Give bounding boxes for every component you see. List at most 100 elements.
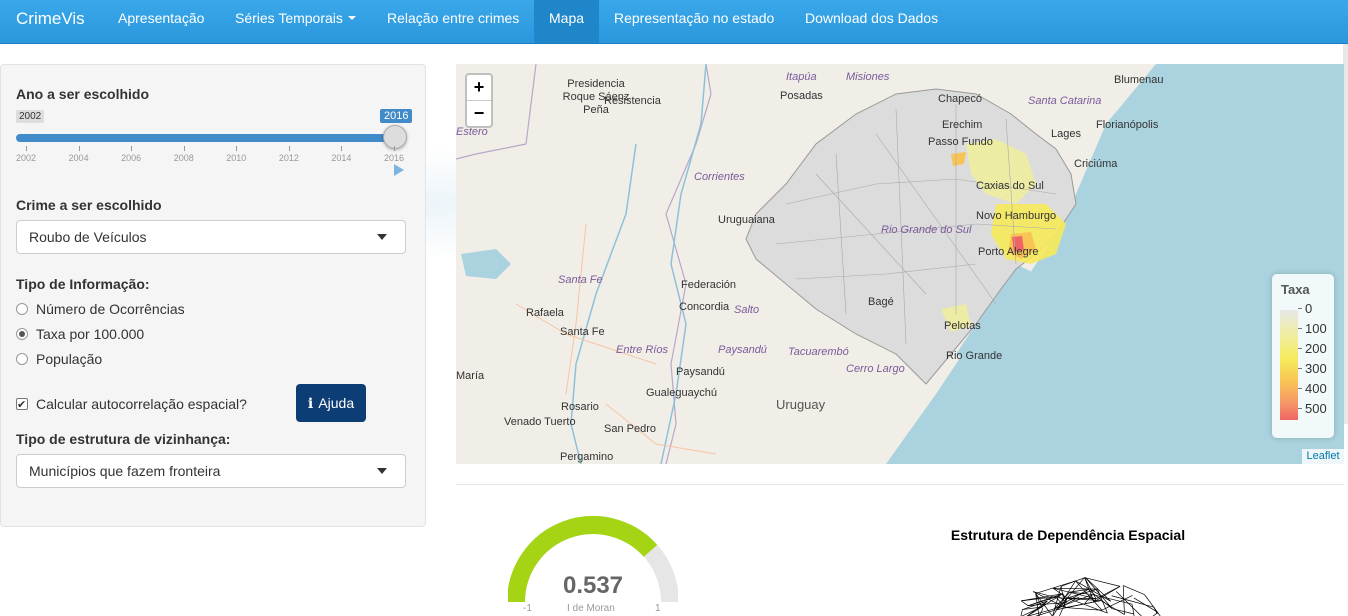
map-place-label: Paysandú <box>718 344 767 356</box>
legend-label: 300 <box>1305 361 1327 376</box>
autocorr-checkbox-row[interactable]: Calcular autocorrelação espacial? <box>16 395 247 413</box>
radio-numero-ocorrencias[interactable]: Número de Ocorrências <box>16 300 185 318</box>
slider-tick-label: 2008 <box>169 153 199 163</box>
nav-apresentacao[interactable]: Apresentação <box>103 0 219 43</box>
radio-label: Taxa por 100.000 <box>36 326 144 342</box>
slider-tick-label: 2012 <box>274 153 304 163</box>
map-place-label: Rosario <box>561 401 599 413</box>
map-place-label: Uruguaiana <box>718 214 775 226</box>
zoom-in-button[interactable]: + <box>467 75 491 101</box>
map-place-label: Misiones <box>846 71 889 83</box>
map-place-label: Chapecó <box>938 93 982 105</box>
neighborhood-label: Tipo de estrutura de vizinhança: <box>16 431 230 447</box>
year-slider-track[interactable] <box>16 134 396 142</box>
map-place-label: Santa Fe <box>560 326 605 338</box>
nav-relacao-crimes[interactable]: Relação entre crimes <box>372 0 534 43</box>
slider-tick <box>289 146 290 151</box>
crime-label: Crime a ser escolhido <box>16 197 162 213</box>
map-place-label: Posadas <box>780 90 823 102</box>
crime-select-value: Roubo de Veículos <box>29 229 147 245</box>
map-place-label: Salto <box>734 304 759 316</box>
map-place-label: Caxias do Sul <box>976 180 1044 192</box>
slider-tick-label: 2002 <box>11 153 41 163</box>
network-edge <box>1146 612 1158 616</box>
radio-button-selected[interactable] <box>16 328 28 340</box>
network-edge <box>1123 586 1144 595</box>
legend-label: 200 <box>1305 341 1327 356</box>
hotspot-passofundo <box>951 152 966 166</box>
leaflet-attribution[interactable]: Leaflet <box>1302 449 1344 464</box>
radio-taxa[interactable]: Taxa por 100.000 <box>16 325 144 343</box>
map-place-label: Uruguay <box>776 397 825 412</box>
map-place-label: María <box>456 370 484 382</box>
map-place-label: Cerro Largo <box>846 363 905 375</box>
map-place-label: Paysandú <box>676 366 725 378</box>
moran-gauge <box>508 512 678 616</box>
slider-current-value: 2016 <box>380 109 412 123</box>
slider-tick-label: 2016 <box>379 153 409 163</box>
map-place-label: Novo Hamburgo <box>976 210 1056 222</box>
legend-color-bar <box>1280 310 1298 420</box>
slider-tick <box>236 146 237 151</box>
radio-label: População <box>36 351 102 367</box>
autocorr-checkbox[interactable] <box>16 398 28 410</box>
map-place-label: San Pedro <box>604 423 656 435</box>
zoom-out-button[interactable]: − <box>467 101 491 127</box>
info-icon: i <box>308 396 313 412</box>
map-place-label: Venado Tuerto <box>504 416 576 428</box>
year-label: Ano a ser escolhido <box>16 86 149 102</box>
crime-select[interactable]: Roubo de Veículos <box>16 220 406 254</box>
brand-title[interactable]: CrimeVis <box>16 9 85 29</box>
zoom-control: + − <box>465 73 493 128</box>
chevron-down-icon <box>377 234 387 240</box>
map-place-label: Blumenau <box>1114 74 1164 86</box>
chevron-down-icon <box>377 468 387 474</box>
radio-button[interactable] <box>16 353 28 365</box>
nav-representacao-estado[interactable]: Representação no estado <box>599 0 789 43</box>
map-place-label: Passo Fundo <box>928 136 993 148</box>
nav-mapa[interactable]: Mapa <box>534 0 599 43</box>
map-place-label: Santa Fe <box>558 274 603 286</box>
gauge-value: 0.537 <box>543 572 643 600</box>
map-place-label: Pergamino <box>560 451 613 463</box>
map-place-label: Rio Grande do Sul <box>881 224 972 236</box>
network-edge <box>1075 578 1085 581</box>
map-place-label: Bagé <box>868 296 894 308</box>
neighborhood-select[interactable]: Municípios que fazem fronteira <box>16 454 406 488</box>
leaflet-map[interactable]: Presidencia Roque Sáenz Peña Resistencia I… <box>456 64 1344 464</box>
map-place-label: Rafaela <box>526 307 564 319</box>
river-uruguay <box>661 64 706 464</box>
map-place-label: Santa Catarina <box>1028 95 1101 107</box>
chevron-down-icon <box>348 16 356 20</box>
map-place-label: Pelotas <box>944 320 981 332</box>
network-edge <box>1112 596 1154 607</box>
help-button[interactable]: i Ajuda <box>296 384 366 422</box>
slider-tick <box>131 146 132 151</box>
legend-label: 500 <box>1305 401 1327 416</box>
border-line <box>666 64 711 464</box>
radio-button[interactable] <box>16 303 28 315</box>
map-place-label: Erechim <box>942 119 982 131</box>
nav-series-label: Séries Temporais <box>235 10 343 26</box>
network-edge <box>1021 601 1028 606</box>
nav-series-temporais[interactable]: Séries Temporais <box>220 0 371 43</box>
legend-label: 100 <box>1305 321 1327 336</box>
slider-tick <box>341 146 342 151</box>
map-place-label: Entre Ríos <box>616 344 668 356</box>
slider-tick-label: 2004 <box>64 153 94 163</box>
autocorr-label: Calcular autocorrelação espacial? <box>36 396 247 412</box>
slider-tick-label: 2014 <box>326 153 356 163</box>
nav-download-dados[interactable]: Download dos Dados <box>790 0 953 43</box>
play-icon[interactable] <box>394 164 404 176</box>
gauge-max: 1 <box>655 603 661 614</box>
info-type-label: Tipo de Informação: <box>16 276 150 292</box>
network-edge <box>1132 604 1135 616</box>
lake <box>461 249 511 279</box>
radio-populacao[interactable]: População <box>16 350 102 368</box>
map-place-label: Rio Grande <box>946 350 1002 362</box>
radio-label: Número de Ocorrências <box>36 301 185 317</box>
legend-label: 400 <box>1305 381 1327 396</box>
map-place-label: Lages <box>1051 128 1081 140</box>
year-slider-handle[interactable] <box>383 125 407 149</box>
map-place-label: Tacuarembó <box>788 346 849 358</box>
